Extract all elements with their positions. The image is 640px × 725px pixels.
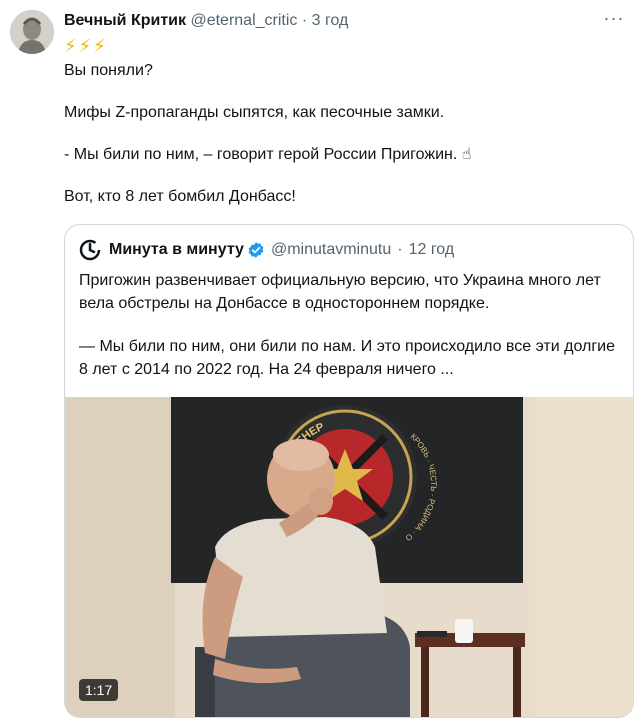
quoted-tweet-text: Пригожин развенчивает официальную версию… — [79, 269, 619, 381]
quoted-author-handle[interactable]: @minutavminutu — [271, 241, 391, 259]
tweet-paragraph: - Мы били по ним, – говорит герой России… — [64, 146, 472, 163]
author-name[interactable]: Вечный Критик — [64, 12, 186, 29]
tweet-timestamp[interactable]: 3 год — [312, 12, 349, 29]
quoted-tweet[interactable]: Минута в минуту @minutavminutu · 12 год … — [64, 224, 634, 718]
tweet-paragraph: Вот, кто 8 лет бомбил Донбасс! — [64, 188, 296, 205]
quoted-paragraph: — Мы били по ним, они били по нам. И это… — [79, 338, 616, 378]
tweet-text: ⚡⚡⚡ Вы поняли? Мифы Z-пропаганды сыпятся… — [64, 36, 624, 207]
quoted-tweet-header: Минута в минуту @minutavminutu · 12 год — [79, 239, 454, 261]
tweet-paragraph: Вы поняли? — [64, 62, 153, 79]
author-handle[interactable]: @eternal_critic — [190, 12, 297, 29]
author-avatar[interactable] — [10, 10, 54, 54]
quoted-paragraph: Пригожин развенчивает официальную версию… — [79, 272, 601, 312]
separator-dot: · — [397, 241, 403, 258]
video-duration-badge: 1:17 — [79, 679, 119, 701]
tweet-header: Вечный Критик @eternal_critic · 3 год — [64, 12, 348, 30]
video-player[interactable]: ЧВК ВАГНЕР КРОВЬ · ЧЕСТЬ · РОДИНА · ОТВА… — [65, 390, 633, 717]
verified-badge-icon — [248, 242, 264, 258]
quoted-tweet-timestamp[interactable]: 12 год — [409, 241, 455, 259]
more-options-icon[interactable]: ··· — [600, 8, 628, 32]
tweet[interactable]: Вечный Критик @eternal_critic · 3 год ··… — [0, 0, 640, 725]
lightning-emoji: ⚡⚡⚡ — [64, 36, 108, 56]
clock-logo-icon — [79, 239, 101, 261]
tweet-paragraph: Мифы Z-пропаганды сыпятся, как песочные … — [64, 104, 445, 121]
separator-dot: · — [301, 12, 308, 29]
quoted-author-name[interactable]: Минута в минуту — [109, 241, 244, 259]
video-thumbnail: ЧВК ВАГНЕР КРОВЬ · ЧЕСТЬ · РОДИНА · ОТВА… — [65, 390, 633, 717]
